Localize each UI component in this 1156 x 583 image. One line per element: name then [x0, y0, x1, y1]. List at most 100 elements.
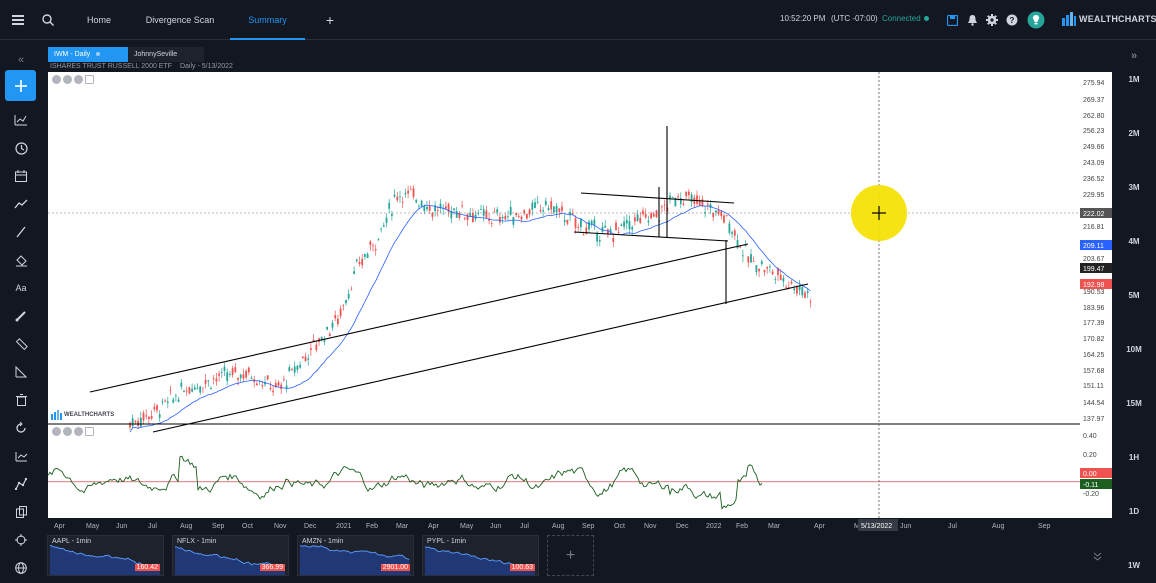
- candle-body: [407, 190, 409, 194]
- interval-15m[interactable]: 15M: [1112, 399, 1156, 408]
- interval-5m[interactable]: 5M: [1112, 291, 1156, 300]
- osc-settings-icon[interactable]: [52, 427, 61, 436]
- candle-body: [218, 373, 220, 376]
- candle-body: [320, 337, 323, 340]
- copy-icon[interactable]: [11, 502, 31, 522]
- mini-price: 2901.00: [380, 564, 410, 571]
- user-tab[interactable]: JohnnySeville: [128, 47, 204, 62]
- time-tick: Jun: [116, 523, 127, 530]
- candle-body: [156, 405, 158, 411]
- add-indicator-button[interactable]: [5, 70, 36, 101]
- time-tick: Sep: [212, 523, 225, 530]
- candle-body: [310, 348, 312, 350]
- osc-up-icon[interactable]: [63, 427, 72, 436]
- interval-3m[interactable]: 3M: [1112, 183, 1156, 192]
- collapse-left-icon[interactable]: «: [11, 50, 31, 70]
- text-tool-icon[interactable]: Aa: [11, 278, 31, 298]
- mini-chart-pypl[interactable]: PYPL - 1min 100.63: [422, 535, 539, 576]
- interval-1m[interactable]: 1M: [1112, 75, 1156, 84]
- price-axis[interactable]: 275.94 269.37 262.80 256.23 249.66 243.09 236.…: [1080, 72, 1112, 518]
- candle-body: [631, 226, 634, 230]
- add-tab-icon[interactable]: +: [322, 12, 338, 28]
- interval-10m[interactable]: 10M: [1112, 345, 1156, 354]
- candle-body: [382, 225, 385, 227]
- interval-2m[interactable]: 2M: [1112, 129, 1156, 138]
- pane-add-icon[interactable]: [85, 75, 94, 84]
- candle-body: [472, 213, 474, 223]
- pane-settings-icon[interactable]: [52, 75, 61, 84]
- candle-body: [277, 382, 280, 386]
- help-icon[interactable]: ?: [1004, 12, 1020, 28]
- candle-body: [231, 368, 234, 375]
- interval-1d[interactable]: 1D: [1112, 507, 1156, 516]
- candle-body: [712, 213, 715, 217]
- candle-body: [469, 213, 472, 216]
- clock-icon[interactable]: [11, 138, 31, 158]
- candle-body: [752, 261, 755, 262]
- bell-icon[interactable]: [964, 12, 980, 28]
- pane-down-icon[interactable]: [74, 75, 83, 84]
- tab-divergence-scan[interactable]: Divergence Scan: [140, 0, 220, 40]
- fill-icon[interactable]: [11, 250, 31, 270]
- crosshair-icon[interactable]: [11, 530, 31, 550]
- candle-body: [461, 205, 463, 207]
- collapse-right-icon[interactable]: »: [1112, 50, 1156, 62]
- candle-body: [577, 227, 580, 228]
- candle-body: [806, 291, 809, 293]
- symbol-tab-dot: [96, 52, 101, 57]
- mini-chart-nflx[interactable]: NFLX - 1min 366.99: [172, 535, 289, 576]
- watermark-text: WEALTHCHARTS: [64, 412, 115, 418]
- tab-summary[interactable]: Summary: [230, 0, 305, 40]
- candle-body: [158, 414, 161, 418]
- menu-icon[interactable]: [10, 12, 26, 28]
- interval-4m[interactable]: 4M: [1112, 237, 1156, 246]
- candle-body: [396, 196, 399, 201]
- candle-body: [401, 201, 404, 203]
- interval-1w[interactable]: 1W: [1112, 561, 1156, 570]
- time-axis[interactable]: Apr May Jun Jul Aug Sep Oct Nov Dec 2021 Feb Mar Apr…: [48, 518, 1112, 531]
- path-icon[interactable]: [11, 474, 31, 494]
- calendar-icon[interactable]: [11, 166, 31, 186]
- candle-body: [193, 387, 196, 390]
- globe-icon[interactable]: [11, 558, 31, 578]
- candle-body: [544, 200, 547, 205]
- lightbulb-icon[interactable]: [1026, 10, 1046, 30]
- search-icon[interactable]: [40, 12, 56, 28]
- lower-channel-line: [152, 283, 809, 433]
- price-tick: 203.67: [1083, 256, 1105, 263]
- ruler-icon[interactable]: [11, 334, 31, 354]
- upper-channel-line: [89, 243, 749, 393]
- add-mini-chart-button[interactable]: +: [547, 535, 594, 576]
- candle-body: [723, 215, 725, 223]
- chart-type-icon[interactable]: [11, 110, 31, 130]
- indicator-icon[interactable]: [11, 446, 31, 466]
- osc-add-icon[interactable]: [85, 427, 94, 436]
- measure-icon[interactable]: [11, 362, 31, 382]
- line-tool-icon[interactable]: [11, 222, 31, 242]
- candle-body: [337, 318, 339, 325]
- pane-up-icon[interactable]: [63, 75, 72, 84]
- mini-chart-amzn[interactable]: AMZN - 1min 2901.00: [297, 535, 414, 576]
- refresh-icon[interactable]: [11, 418, 31, 438]
- save-icon[interactable]: [944, 12, 960, 28]
- candle-body: [175, 395, 177, 397]
- symbol-tab[interactable]: IWM - Daily: [48, 47, 128, 62]
- timezone[interactable]: (UTC -07:00): [831, 14, 878, 23]
- symbol-tab-label: IWM - Daily: [54, 51, 91, 58]
- gear-icon[interactable]: [984, 12, 1000, 28]
- candle-body: [590, 220, 593, 224]
- candle-body: [455, 211, 458, 218]
- chart-plot[interactable]: WEALTHCHARTS: [47, 72, 1080, 518]
- chart-canvas[interactable]: [47, 72, 1080, 518]
- interval-1h[interactable]: 1H: [1112, 453, 1156, 462]
- candle-body: [420, 200, 423, 207]
- trash-icon[interactable]: [11, 390, 31, 410]
- osc-down-icon[interactable]: [74, 427, 83, 436]
- brush-icon[interactable]: [11, 306, 31, 326]
- mini-chart-aapl[interactable]: AAPL - 1min 160.42: [47, 535, 164, 576]
- candle-body: [758, 269, 760, 272]
- expand-panel-icon[interactable]: [1093, 552, 1102, 563]
- drawing-toolbar: « Aa: [0, 46, 42, 583]
- trend-icon[interactable]: [11, 194, 31, 214]
- tab-home[interactable]: Home: [76, 0, 122, 40]
